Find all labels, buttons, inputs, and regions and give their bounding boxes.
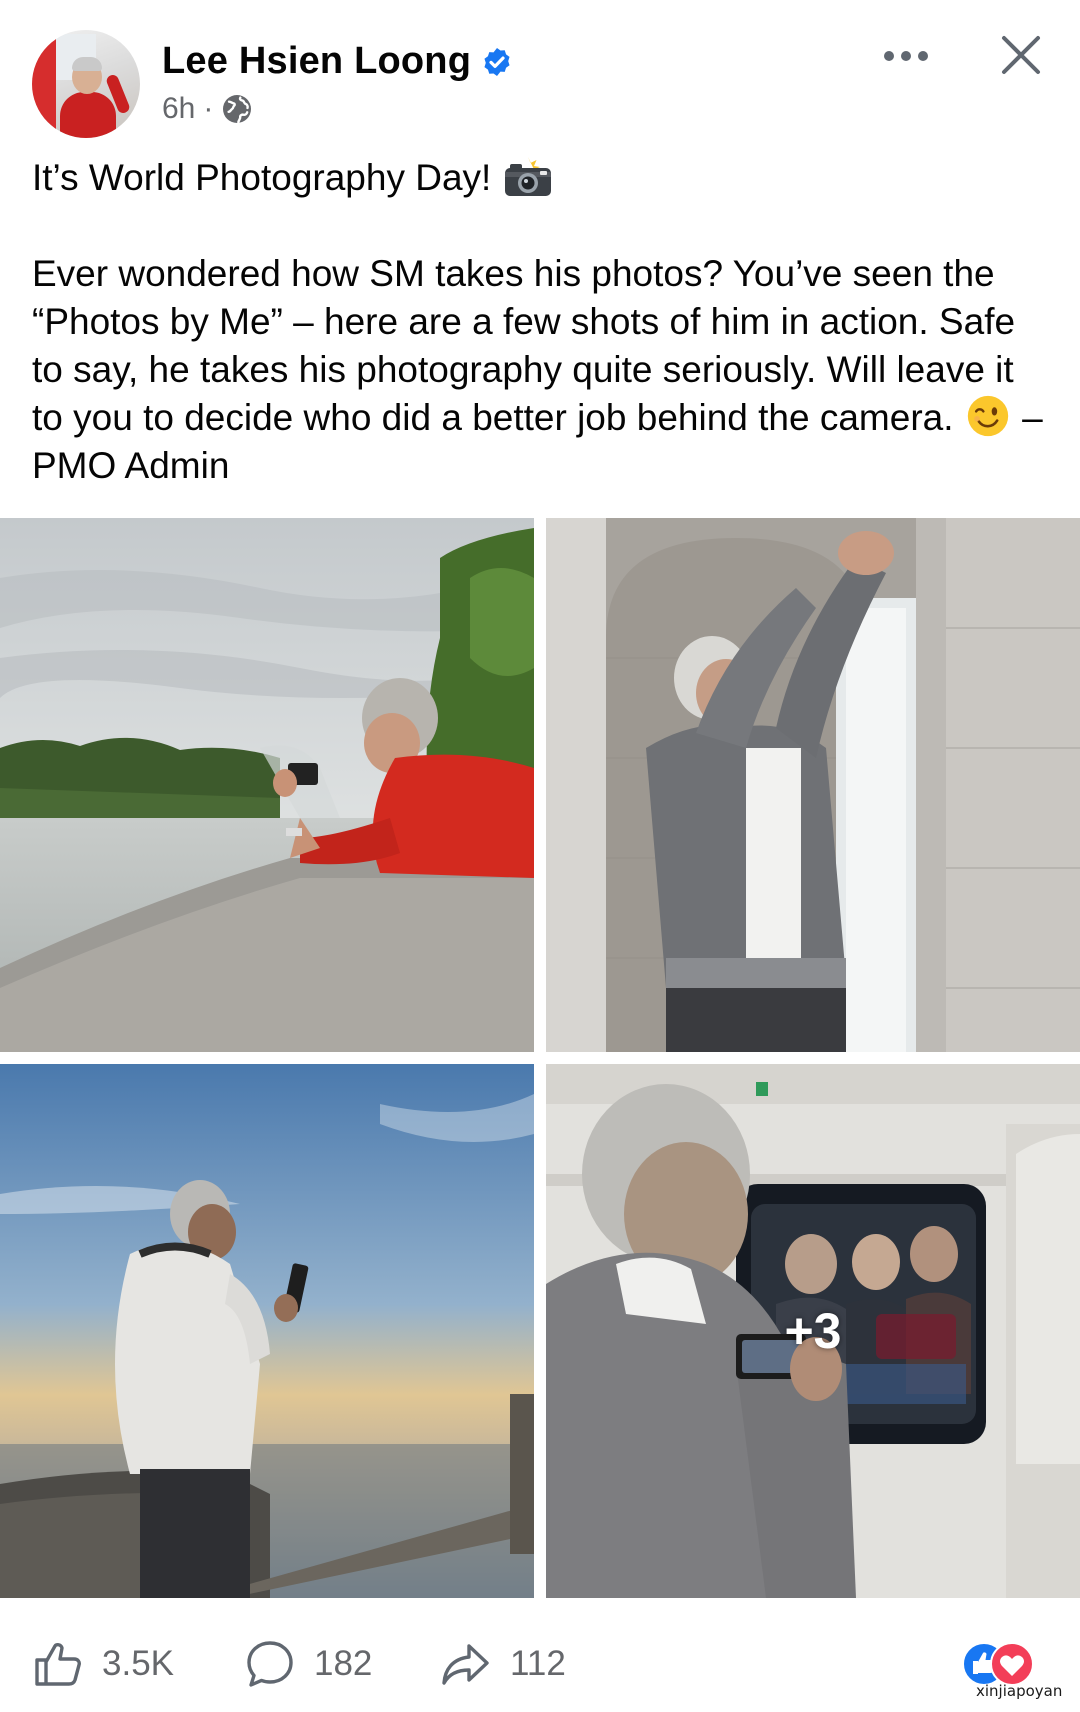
reaction-icons xyxy=(962,1642,1034,1686)
post-meta: 6h · xyxy=(162,92,253,126)
photo-3-image xyxy=(0,1064,534,1598)
avatar-person-hair xyxy=(72,57,102,71)
share-button[interactable]: 112 xyxy=(440,1638,566,1690)
post-time[interactable]: 6h xyxy=(162,92,195,126)
author-name[interactable]: Lee Hsien Loong xyxy=(162,40,471,83)
meta-separator: · xyxy=(203,92,214,125)
winking-face-emoji xyxy=(967,395,1008,437)
like-button[interactable]: 3.5K xyxy=(32,1638,174,1690)
post-photo-4[interactable]: +3 xyxy=(546,1064,1080,1598)
verified-badge-icon xyxy=(484,47,510,76)
post-photo-3[interactable] xyxy=(0,1064,534,1598)
thumbs-up-icon xyxy=(35,1643,81,1686)
share-icon xyxy=(442,1644,489,1685)
post-photo-1[interactable] xyxy=(0,518,534,1052)
comment-button[interactable]: 182 xyxy=(244,1638,372,1690)
share-count: 112 xyxy=(510,1644,566,1683)
post-text-line1: It’s World Photography Day! xyxy=(32,154,1052,202)
comment-icon xyxy=(247,1641,293,1687)
post-footer: 3.5K 182 112 xinjiapoyan xyxy=(0,1608,1080,1712)
post-header: Lee Hsien Loong 6h · xyxy=(0,0,1080,150)
globe-icon xyxy=(223,95,252,124)
post-text-body: Ever wondered how SM takes his photos? Y… xyxy=(32,253,1043,486)
close-icon[interactable] xyxy=(996,30,1046,80)
watermark: xinjiapoyan xyxy=(976,1682,1063,1700)
like-count: 3.5K xyxy=(102,1644,174,1683)
more-photos-overlay[interactable]: +3 xyxy=(546,1064,1080,1598)
reaction-summary[interactable] xyxy=(960,1640,1050,1688)
author-avatar[interactable] xyxy=(32,30,140,138)
more-options-button[interactable] xyxy=(876,36,936,76)
camera-with-flash-emoji xyxy=(504,157,551,196)
author-name-line: Lee Hsien Loong xyxy=(162,40,513,83)
post-photo-2[interactable] xyxy=(546,518,1080,1052)
avatar-person xyxy=(60,92,116,138)
photo-2-image xyxy=(546,518,1080,1052)
comment-count: 182 xyxy=(314,1644,373,1683)
post-text: It’s World Photography Day! Ever wondere… xyxy=(32,154,1052,490)
avatar-background xyxy=(32,30,56,138)
photo-1-image xyxy=(0,518,534,1052)
